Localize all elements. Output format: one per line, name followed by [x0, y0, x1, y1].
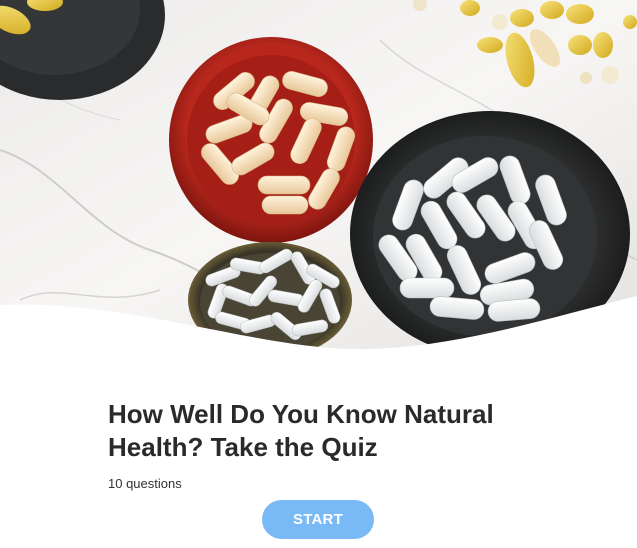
quiz-card: How Well Do You Know Natural Health? Tak…	[0, 0, 637, 548]
question-count: 10 questions	[108, 476, 182, 491]
quiz-title: How Well Do You Know Natural Health? Tak…	[108, 399, 494, 462]
hero-image	[0, 0, 637, 360]
start-button[interactable]: START	[262, 500, 374, 539]
quiz-info: How Well Do You Know Natural Health? Tak…	[108, 398, 568, 492]
